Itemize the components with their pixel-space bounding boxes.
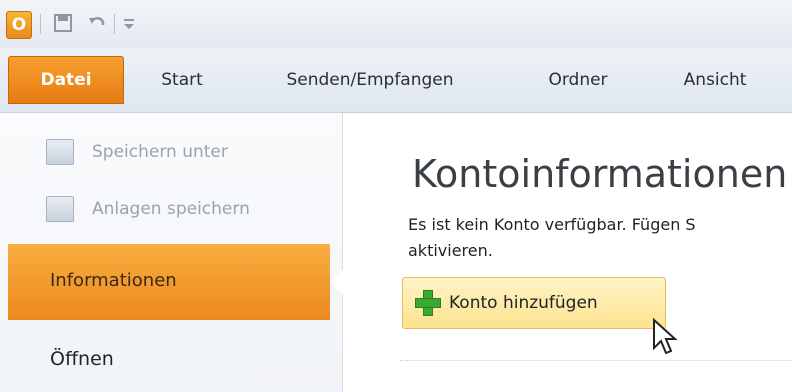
plus-icon xyxy=(415,290,441,316)
description-line-1: Es ist kein Konto verfügbar. Fügen S xyxy=(408,215,696,234)
tab-ordner[interactable]: Ordner xyxy=(528,62,628,98)
add-account-button[interactable]: Konto hinzufügen xyxy=(402,277,666,329)
nav-item-informationen-label: Informationen xyxy=(50,270,177,291)
selection-arrow-icon xyxy=(330,266,346,298)
nav-item-informationen[interactable]: Informationen xyxy=(8,244,346,320)
ribbon-tab-bar: Datei Start Senden/Empfangen Ordner Ansi… xyxy=(0,48,792,113)
customize-dropdown-icon[interactable] xyxy=(118,12,140,34)
save-icon[interactable] xyxy=(52,12,74,34)
nav-item-oeffnen[interactable]: Öffnen xyxy=(50,348,114,370)
divider xyxy=(400,360,792,361)
toolbar-separator xyxy=(114,14,115,34)
add-account-label: Konto hinzufügen xyxy=(449,293,598,313)
tab-start[interactable]: Start xyxy=(140,62,224,98)
tab-ansicht[interactable]: Ansicht xyxy=(662,62,768,98)
quick-access-toolbar: O xyxy=(0,0,792,48)
anlagen-speichern-label: Anlagen speichern xyxy=(92,199,250,219)
page-title: Kontoinformationen xyxy=(412,152,788,196)
outlook-app-icon[interactable]: O xyxy=(6,11,32,39)
account-description: Es ist kein Konto verfügbar. Fügen S akt… xyxy=(408,212,792,264)
description-line-2: aktivieren. xyxy=(408,241,493,260)
tab-datei[interactable]: Datei xyxy=(8,56,124,104)
save-as-icon xyxy=(46,139,74,165)
toolbar-separator xyxy=(40,14,41,34)
speichern-unter-label: Speichern unter xyxy=(92,142,228,162)
tab-senden-empfangen[interactable]: Senden/Empfangen xyxy=(254,62,486,98)
undo-icon[interactable] xyxy=(86,12,108,34)
mouse-pointer-icon xyxy=(652,317,678,360)
attachments-icon xyxy=(46,196,74,222)
